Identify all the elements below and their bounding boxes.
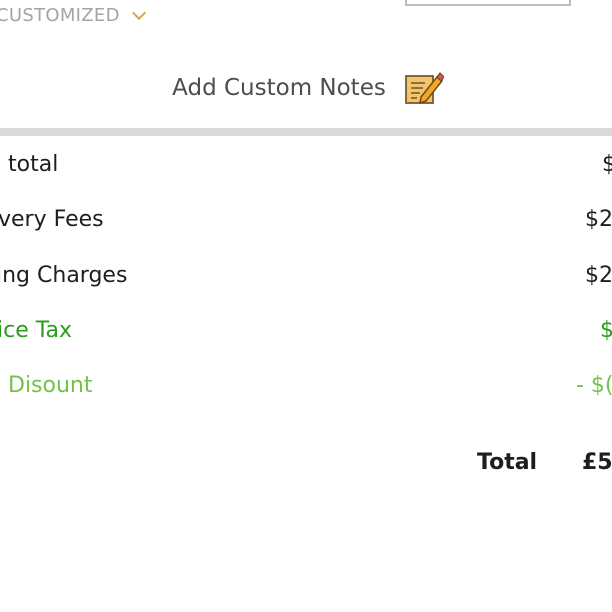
delivery-fees-row: very Fees $2 — [0, 205, 612, 239]
chevron-down-icon — [131, 5, 146, 20]
input-box-edge[interactable] — [405, 0, 571, 6]
discount-row: Disount - $( — [0, 371, 612, 405]
customized-dropdown[interactable]: CUSTOMIZED — [0, 5, 146, 26]
packing-charges-row: ing Charges $2 — [0, 261, 612, 295]
discount-value: - $( — [576, 373, 612, 398]
add-custom-notes-button[interactable]: Add Custom Notes — [0, 68, 612, 108]
packing-charges-value: $2 — [585, 263, 612, 288]
service-tax-row: ice Tax $ — [0, 316, 612, 350]
total-label: Total — [477, 450, 538, 475]
add-custom-notes-label: Add Custom Notes — [172, 75, 386, 101]
subtotal-label: total — [8, 152, 59, 177]
subtotal-value: $ — [602, 152, 612, 177]
delivery-fees-label: very Fees — [0, 207, 104, 232]
packing-charges-label: ing Charges — [0, 263, 128, 288]
edit-note-icon — [404, 72, 444, 105]
delivery-fees-value: $2 — [585, 207, 612, 232]
order-summary-screen: CUSTOMIZED Add Custom Notes total $ very… — [0, 0, 612, 612]
discount-label: Disount — [8, 373, 93, 398]
total-value: £5 — [582, 450, 612, 475]
service-tax-value: $ — [600, 318, 612, 343]
service-tax-label: ice Tax — [0, 318, 73, 343]
customized-label: CUSTOMIZED — [0, 5, 120, 26]
section-divider — [0, 128, 612, 136]
subtotal-row: total $ — [0, 150, 612, 184]
